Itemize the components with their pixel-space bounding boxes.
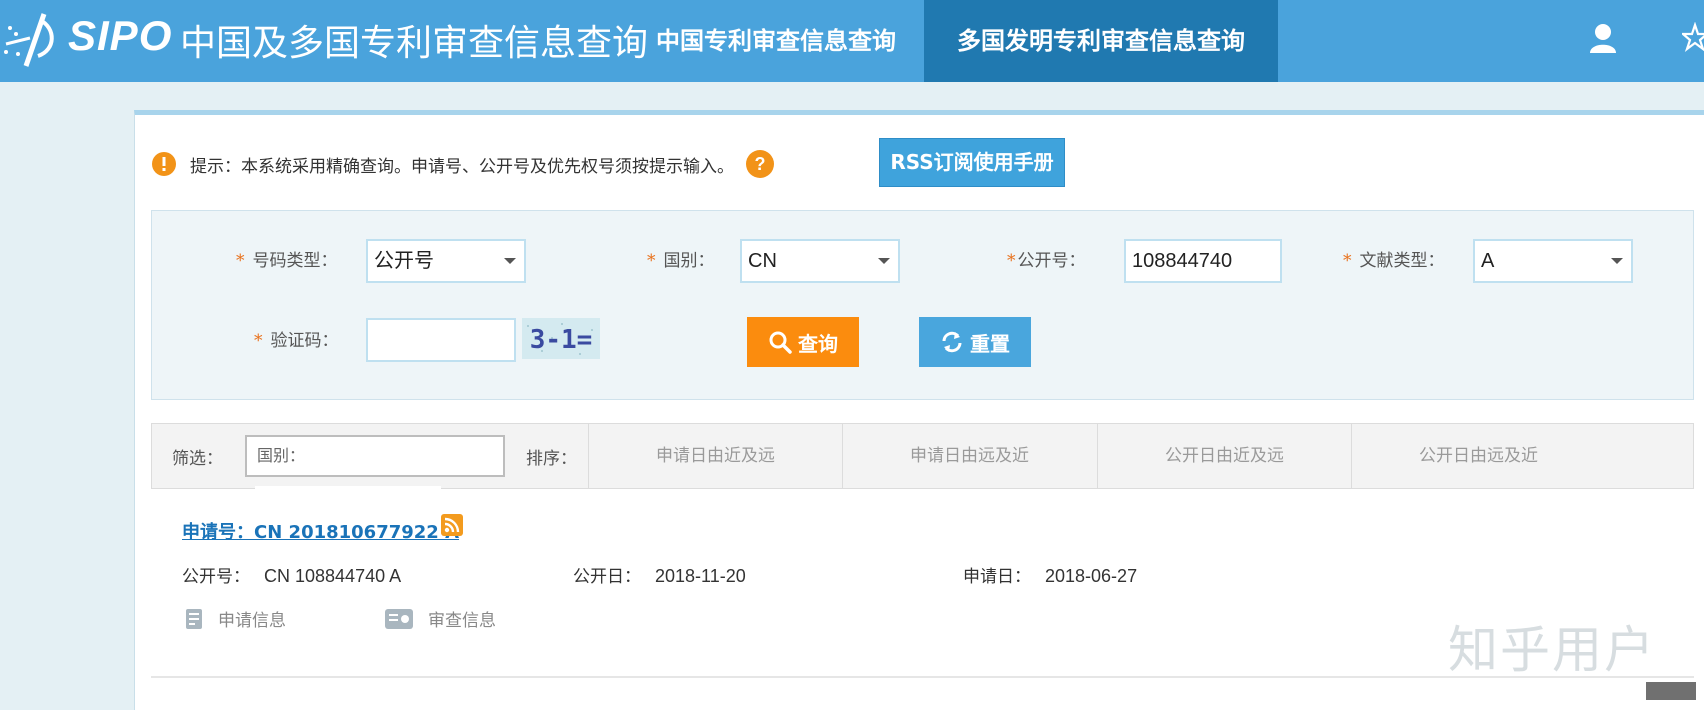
svg-text:?: ? (755, 154, 766, 174)
dropdown-shadow (255, 486, 441, 494)
captcha-image[interactable]: 3-1= (522, 318, 600, 359)
site-title: 中国及多国专利审查信息查询 (180, 23, 649, 64)
captcha-input[interactable] (366, 318, 516, 362)
country-label: * 国别： (647, 251, 715, 271)
doc-type-select[interactable]: A (1473, 239, 1633, 283)
sort-app-date-desc[interactable]: 申请日由近及远 (588, 424, 842, 488)
id-card-icon (385, 608, 413, 629)
filter-label: 筛选： (172, 449, 223, 469)
country-select[interactable]: CN (740, 239, 900, 283)
document-icon (186, 608, 202, 629)
doc-type-label: * 文献类型： (1343, 251, 1445, 271)
help-icon[interactable]: ? (746, 150, 774, 178)
warning-icon (152, 152, 176, 176)
sipo-logo-icon (4, 13, 54, 67)
pub-number-input[interactable]: 108844740 (1124, 239, 1282, 283)
query-button[interactable]: 查询 (747, 317, 859, 367)
watermark: 知乎用户 (1448, 621, 1656, 679)
pub-date-meta: 公开日： 2018-11-20 (573, 566, 746, 587)
refresh-icon (942, 331, 962, 353)
notice-bar: 提示：本系统采用精确查询。申请号、公开号及优先权号须按提示输入。 ? (152, 150, 774, 178)
logo-text: SIPO (68, 12, 173, 59)
application-number-link[interactable]: 申请号：CN 201810677922 A (182, 518, 459, 544)
rss-manual-button[interactable]: RSS订阅使用手册 (879, 138, 1065, 187)
sort-pub-date-desc[interactable]: 公开日由近及远 (1097, 424, 1351, 488)
top-navigation-bar: SIPO 中国及多国专利审查信息查询 中国专利审查信息查询 多国发明专利审查信息… (0, 0, 1704, 82)
captcha-label: * 验证码： (254, 331, 339, 351)
number-type-select[interactable]: 公开号 (366, 239, 526, 283)
number-type-label: * 号码类型： (236, 251, 338, 271)
corner-badge (1646, 682, 1696, 700)
examination-info-link[interactable]: 审查信息 (384, 606, 496, 631)
reset-button[interactable]: 重置 (919, 317, 1031, 367)
country-filter-input[interactable]: 国别： (245, 435, 505, 477)
tab-multinational-patent-query[interactable]: 多国发明专利审查信息查询 (924, 0, 1278, 82)
user-icon[interactable] (1588, 22, 1618, 54)
app-date-meta: 申请日： 2018-06-27 (963, 566, 1138, 587)
star-icon[interactable] (1682, 22, 1704, 52)
chevron-down-icon (504, 258, 516, 264)
chevron-down-icon (1611, 258, 1623, 264)
notice-text: 提示：本系统采用精确查询。申请号、公开号及优先权号须按提示输入。 (190, 156, 734, 177)
sort-app-date-asc[interactable]: 申请日由远及近 (842, 424, 1096, 488)
search-icon (769, 331, 792, 354)
application-info-link[interactable]: 申请信息 (184, 606, 286, 631)
sort-label: 排序： (526, 449, 577, 469)
chevron-down-icon (878, 258, 890, 264)
tab-china-patent-query[interactable]: 中国专利审查信息查询 (628, 0, 924, 82)
svg-text:3-1=: 3-1= (530, 325, 593, 355)
pub-number-meta: 公开号： CN 108844740 A (182, 566, 402, 587)
sort-pub-date-asc[interactable]: 公开日由远及近 (1351, 424, 1605, 488)
rss-icon[interactable] (441, 514, 463, 536)
pub-number-label: * 公开号： (1007, 251, 1086, 271)
